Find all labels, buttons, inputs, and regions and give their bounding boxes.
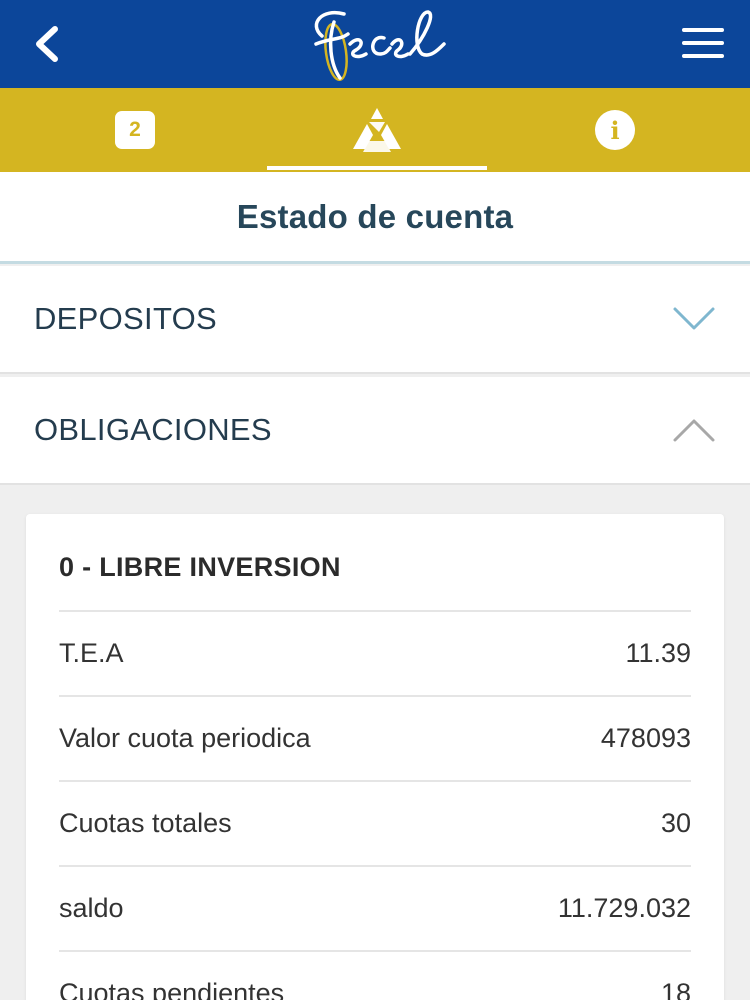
fecel-logo <box>314 10 446 82</box>
detail-row-tea: T.E.A 11.39 <box>59 610 691 695</box>
tab-info[interactable]: i <box>505 88 725 172</box>
deposits-label: DEPOSITOS <box>34 301 218 336</box>
info-icon: i <box>595 110 635 150</box>
notification-badge-icon: 2 <box>115 111 155 149</box>
page-title: Estado de cuenta <box>236 197 514 235</box>
detail-row-saldo: saldo 11.729.032 <box>59 865 691 950</box>
chevron-down-icon <box>673 307 715 330</box>
obligation-card: 0 - LIBRE INVERSION T.E.A 11.39 Valor cu… <box>26 514 724 1000</box>
row-label: Cuotas totales <box>59 808 232 838</box>
row-value: 478093 <box>600 723 691 753</box>
detail-row-cuotas-pendientes: Cuotas pendientes 18 <box>59 950 691 1000</box>
obligation-title: 0 - LIBRE INVERSION <box>59 552 341 582</box>
obligations-label: OBLIGACIONES <box>34 412 272 447</box>
chevron-left-icon <box>36 26 58 62</box>
row-value: 11.729.032 <box>557 893 691 923</box>
row-value: 30 <box>660 808 691 838</box>
row-label: Cuotas pendientes <box>59 978 285 1000</box>
tab-notifications[interactable]: 2 <box>25 88 245 172</box>
active-tab-indicator <box>267 166 487 170</box>
row-value: 18 <box>660 978 691 1000</box>
back-button[interactable] <box>18 20 74 68</box>
tab-bar: 2 i <box>0 88 750 172</box>
row-label: T.E.A <box>59 638 124 668</box>
row-label: saldo <box>59 893 124 923</box>
triangle-logo-icon <box>353 108 401 152</box>
tab-home[interactable] <box>267 88 487 172</box>
top-app-bar <box>0 0 750 88</box>
obligations-accordion-header[interactable]: OBLIGACIONES <box>0 377 750 485</box>
row-label: Valor cuota periodica <box>59 723 311 753</box>
menu-button[interactable] <box>678 28 728 68</box>
chevron-up-icon <box>673 419 715 442</box>
detail-row-valor-cuota: Valor cuota periodica 478093 <box>59 695 691 780</box>
page-title-bar: Estado de cuenta <box>0 172 750 264</box>
deposits-accordion-header[interactable]: DEPOSITOS <box>0 266 750 374</box>
detail-row-cuotas-totales: Cuotas totales 30 <box>59 780 691 865</box>
row-value: 11.39 <box>625 638 691 668</box>
hamburger-menu-icon <box>682 28 724 32</box>
